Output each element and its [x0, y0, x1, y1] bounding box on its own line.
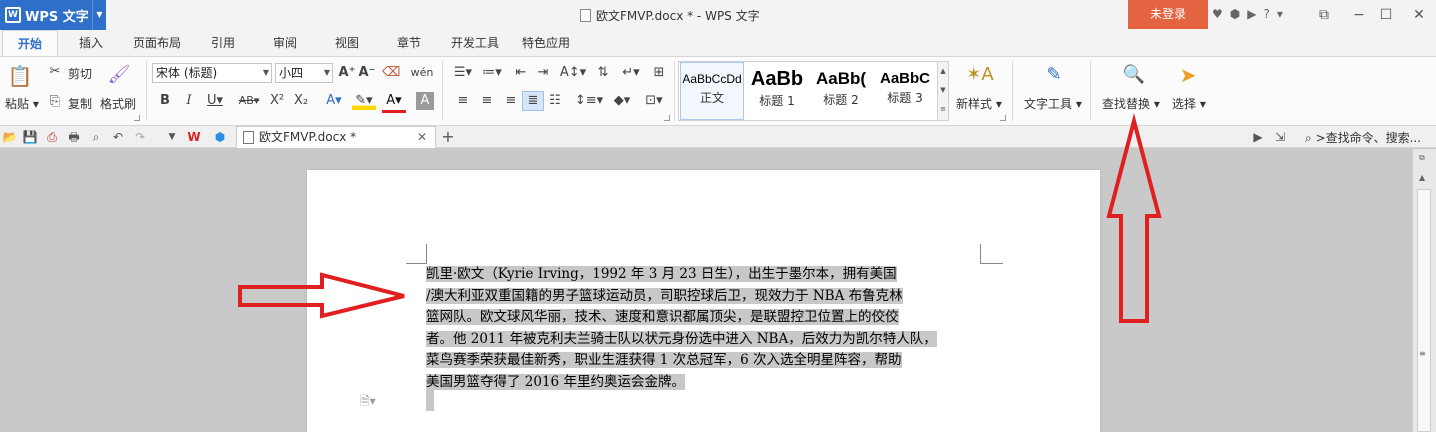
- right-arrow-annotation: [238, 272, 405, 319]
- annotation-arrows: [238, 113, 1162, 323]
- scrollbar-thumb[interactable]: [1417, 189, 1431, 432]
- up-arrow-annotation: [1106, 113, 1162, 323]
- scroll-grip-icon: ≡: [1419, 349, 1426, 358]
- scroll-up-icon[interactable]: ▲: [1419, 173, 1425, 182]
- vertical-scrollbar[interactable]: ⧉ ▲ ≡: [1412, 149, 1436, 432]
- split-view-icon[interactable]: ⧉: [1419, 153, 1425, 163]
